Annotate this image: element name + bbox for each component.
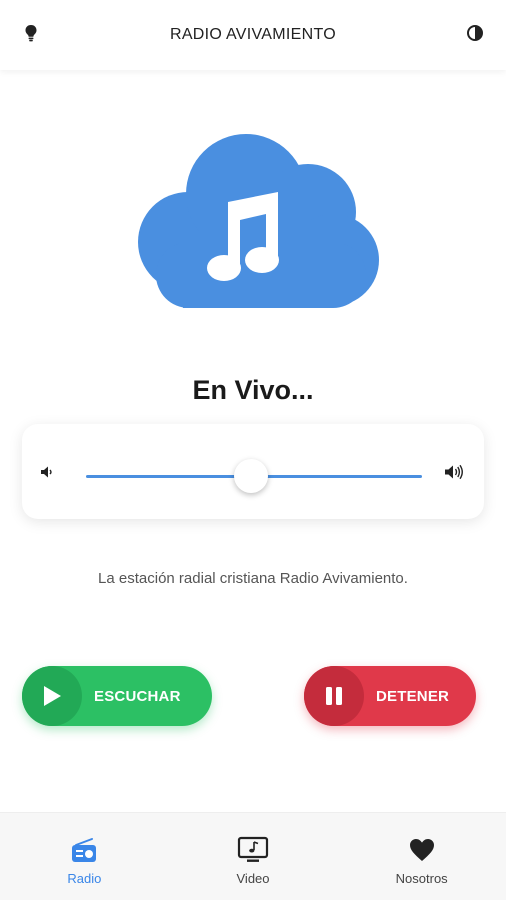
listen-button-label: ESCUCHAR: [94, 687, 181, 705]
live-status-label: En Vivo...: [192, 375, 314, 405]
play-icon: [22, 666, 82, 726]
nav-item-radio[interactable]: Radio: [0, 813, 169, 900]
nav-label-nosotros: Nosotros: [395, 871, 448, 886]
nav-label-radio: Radio: [67, 871, 102, 886]
lightbulb-icon[interactable]: [20, 22, 42, 44]
volume-low-icon[interactable]: [40, 462, 62, 482]
stop-button[interactable]: DETENER: [304, 666, 476, 726]
cloud-music-icon: [128, 132, 380, 310]
stop-button-label: DETENER: [376, 687, 450, 705]
heart-icon: [408, 835, 436, 865]
volume-slider-thumb[interactable]: [233, 459, 268, 493]
volume-slider[interactable]: [86, 459, 422, 493]
contrast-icon[interactable]: [464, 22, 486, 44]
tv-icon: [237, 835, 269, 865]
bottom-nav: Radio Video Nosotros: [0, 812, 506, 900]
nav-item-video[interactable]: Video: [169, 813, 338, 900]
nav-item-nosotros[interactable]: Nosotros: [337, 813, 506, 900]
station-description: La estación radial cristiana Radio Aviva…: [98, 570, 408, 587]
volume-high-icon[interactable]: [444, 462, 466, 482]
nav-label-video: Video: [236, 871, 270, 886]
app-header: RADIO AVIVAMIENTO: [0, 0, 506, 70]
volume-card: [22, 424, 484, 519]
app-title: RADIO AVIVAMIENTO: [169, 26, 337, 43]
pause-icon: [304, 666, 364, 726]
listen-button[interactable]: ESCUCHAR: [22, 666, 212, 726]
radio-icon: [70, 835, 98, 865]
